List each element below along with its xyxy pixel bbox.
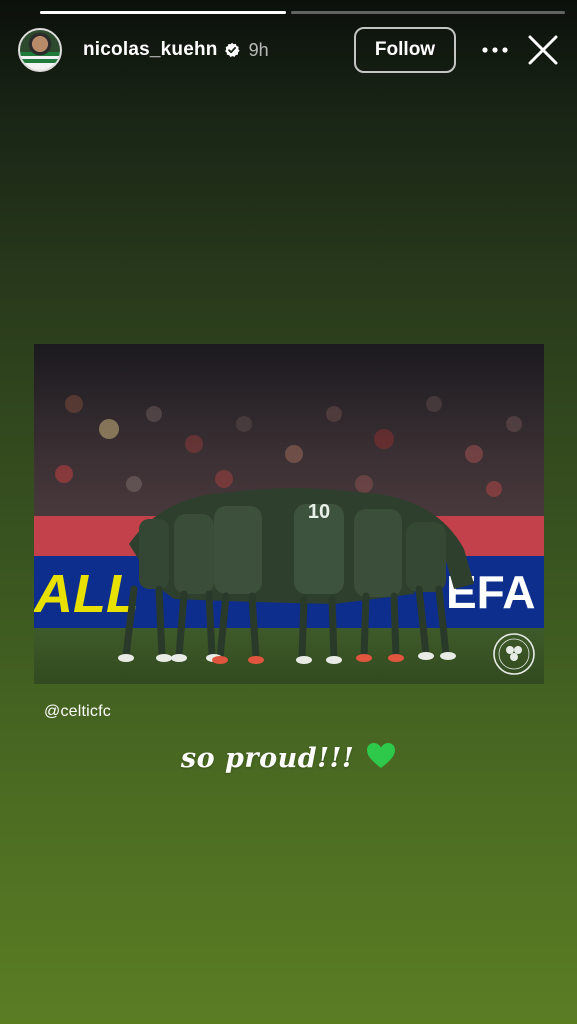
jersey-number: 10 xyxy=(308,501,330,523)
username[interactable]: nicolas_kuehn xyxy=(83,39,218,61)
green-heart-icon xyxy=(366,742,396,777)
pitch xyxy=(34,628,544,684)
banner-left-text: ALL xyxy=(34,564,139,624)
caption-text-sticker: so proud!!! xyxy=(0,742,577,777)
caption-text: so proud!!! xyxy=(180,743,355,774)
more-options-icon[interactable] xyxy=(475,30,515,70)
avatar[interactable] xyxy=(18,28,62,72)
post-time: 9h xyxy=(248,39,269,60)
story-header: nicolas_kuehn 9h Follow xyxy=(18,26,563,74)
story-progress-bar-2 xyxy=(291,11,565,14)
follow-button[interactable]: Follow xyxy=(354,27,456,73)
mention-sticker[interactable]: @celticfc xyxy=(44,703,111,721)
progress-fill-1 xyxy=(40,11,286,14)
story-progress-bar-1 xyxy=(40,11,286,14)
verified-badge-icon xyxy=(224,42,240,58)
story-photo: ALL EFA 10 xyxy=(34,344,544,684)
close-icon[interactable] xyxy=(523,30,563,70)
